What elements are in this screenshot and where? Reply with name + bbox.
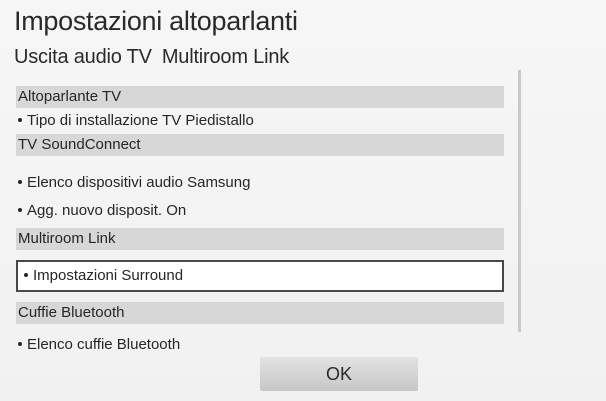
list-item-bluetooth-headphones-list[interactable]: Elenco cuffie Bluetooth: [16, 334, 504, 356]
list-item-label: Impostazioni Surround: [33, 267, 184, 284]
list-item-label: Agg. nuovo disposit. On: [27, 202, 187, 219]
section-header-tv-soundconnect: TV SoundConnect: [16, 134, 504, 156]
list-item-installation-type[interactable]: Tipo di installazione TV Piedistallo: [16, 110, 504, 132]
dialog-title: Impostazioni altoparlanti: [14, 6, 298, 36]
subtitle-multiroom-link: Multiroom Link: [161, 46, 290, 68]
bullet-icon: [18, 208, 22, 213]
bullet-icon: [24, 273, 28, 278]
list-scrollbar[interactable]: [518, 70, 521, 332]
list-item-label: Elenco dispositivi audio Samsung: [27, 174, 251, 191]
dialog-subtitle: Uscita audio TV Multiroom Link: [14, 46, 299, 69]
speaker-settings-dialog: Impostazioni altoparlanti Uscita audio T…: [0, 0, 606, 401]
bullet-icon: [18, 180, 22, 185]
list-item-label: Elenco cuffie Bluetooth: [27, 336, 181, 353]
section-header-multiroom-link: Multiroom Link: [16, 228, 504, 250]
bullet-icon: [18, 118, 22, 123]
ok-button[interactable]: OK: [260, 357, 418, 391]
list-item-label: Tipo di installazione TV Piedistallo: [27, 112, 254, 129]
section-header-tv-speaker: Altoparlante TV: [16, 86, 504, 108]
list-item-samsung-audio-devices[interactable]: Elenco dispositivi audio Samsung: [16, 172, 504, 194]
list-item-surround-settings[interactable]: Impostazioni Surround: [16, 260, 504, 292]
bullet-icon: [18, 342, 22, 347]
section-header-bluetooth-headphones: Cuffie Bluetooth: [16, 302, 504, 324]
list-item-add-new-device[interactable]: Agg. nuovo disposit. On: [16, 200, 504, 222]
subtitle-tv-audio-output: Uscita audio TV: [14, 46, 152, 68]
